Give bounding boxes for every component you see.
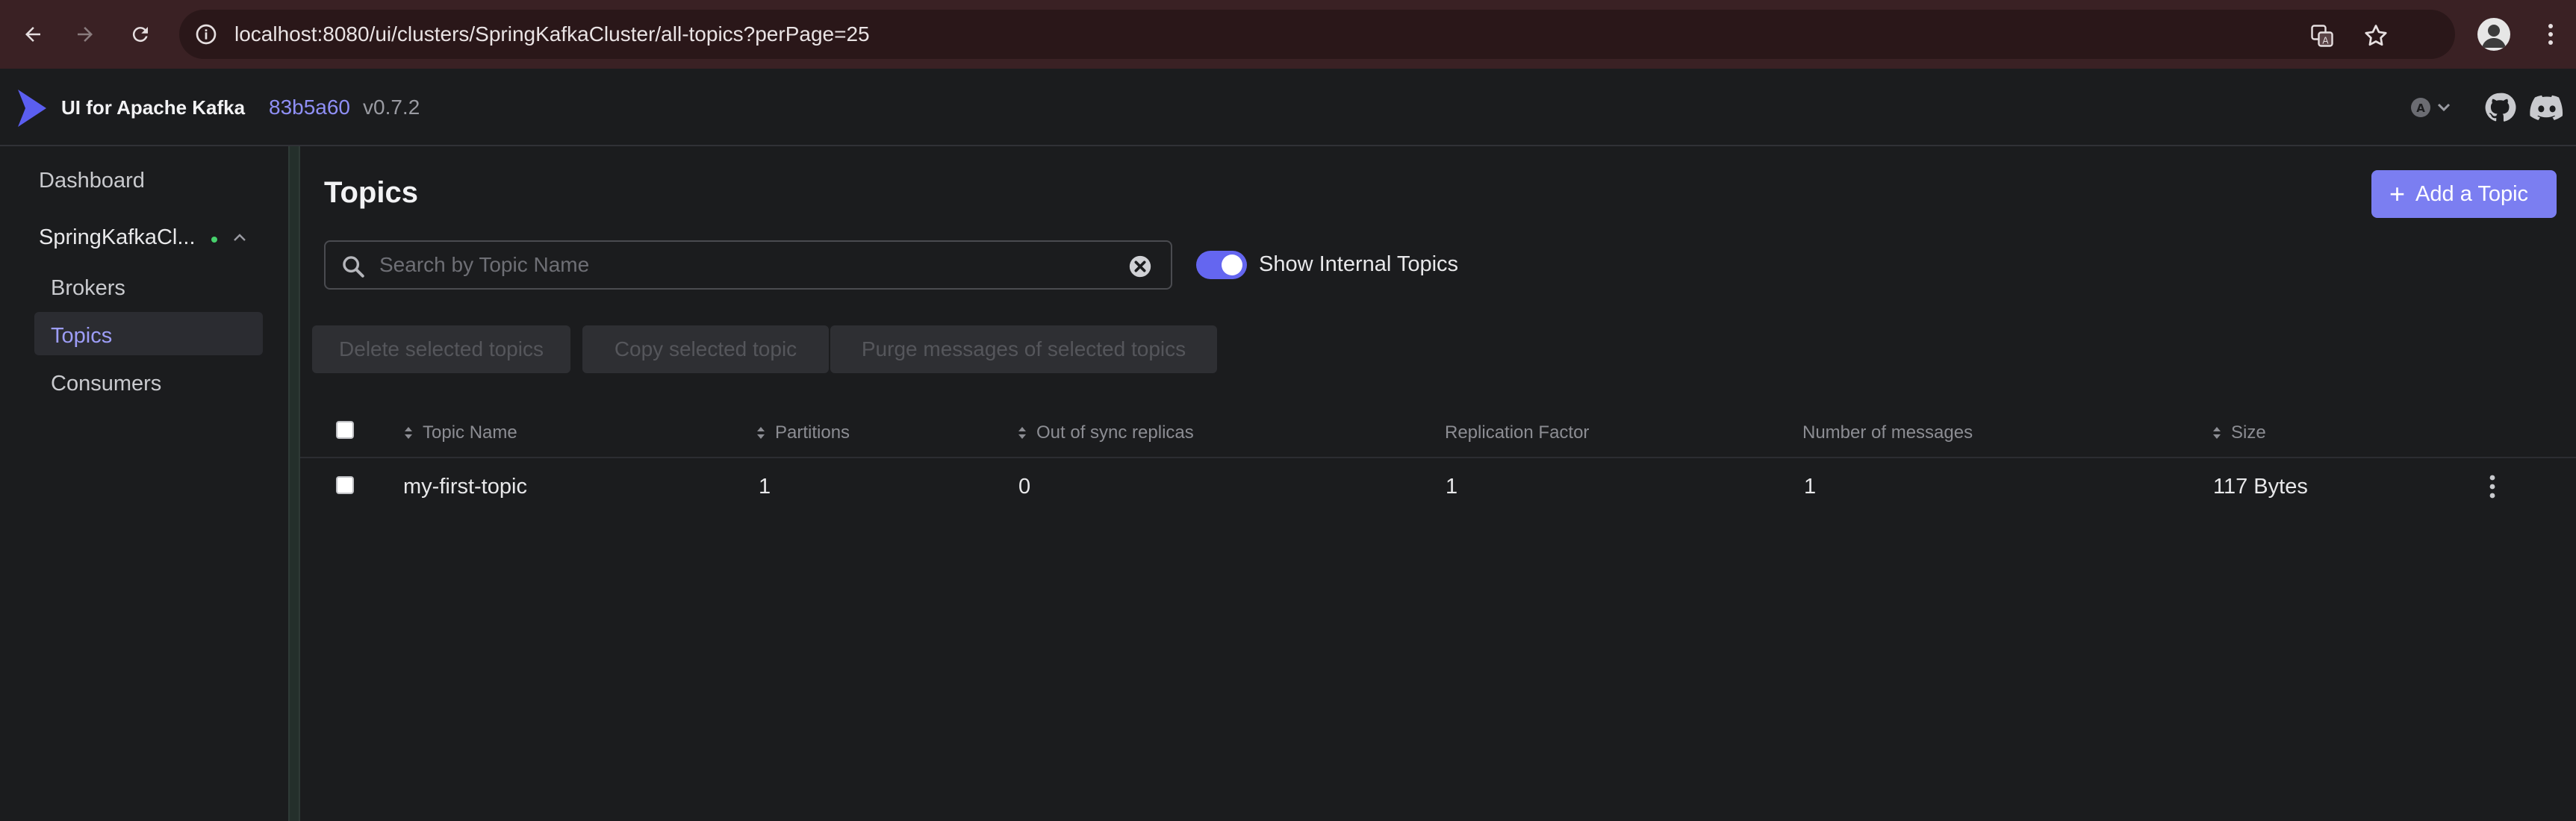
version-label: v0.7.2 bbox=[363, 96, 420, 119]
row-actions-kebab-icon[interactable] bbox=[2482, 472, 2503, 502]
topic-search-box[interactable] bbox=[324, 240, 1172, 290]
reload-icon bbox=[132, 27, 148, 43]
delete-selected-topics-button[interactable]: Delete selected topics bbox=[312, 325, 570, 373]
translate-icon[interactable]: A bbox=[2309, 22, 2336, 49]
column-label: Partitions bbox=[775, 422, 850, 443]
app-header: UI for Apache Kafka 83b5a60 v0.7.2 A bbox=[0, 69, 2576, 146]
sidebar: Dashboard SpringKafkaCl... Brokers Topic… bbox=[0, 146, 288, 821]
column-label: Number of messages bbox=[1802, 422, 1973, 443]
discord-icon[interactable] bbox=[2530, 93, 2564, 122]
github-icon[interactable] bbox=[2483, 91, 2516, 124]
column-header-out-of-sync[interactable]: Out of sync replicas bbox=[1017, 422, 1194, 443]
sidebar-cluster-name[interactable]: SpringKafkaCl... bbox=[39, 225, 196, 250]
svg-text:A: A bbox=[2416, 102, 2425, 115]
cell-out-of-sync: 0 bbox=[1018, 475, 1031, 499]
svg-text:A: A bbox=[2322, 36, 2329, 46]
brand-name[interactable]: UI for Apache Kafka bbox=[61, 69, 245, 146]
purge-messages-button[interactable]: Purge messages of selected topics bbox=[830, 325, 1217, 373]
language-select-icon[interactable]: A bbox=[2406, 91, 2457, 124]
sidebar-item-consumers[interactable]: Consumers bbox=[51, 372, 161, 396]
column-label: Size bbox=[2231, 422, 2266, 443]
clear-search-icon[interactable] bbox=[1127, 254, 1153, 279]
cell-replication-factor: 1 bbox=[1446, 475, 1458, 499]
avatar-icon bbox=[2482, 25, 2506, 48]
bookmark-star-icon[interactable] bbox=[2362, 22, 2389, 49]
browser-toolbar: localhost:8080/ui/clusters/SpringKafkaCl… bbox=[0, 0, 2576, 69]
cell-messages: 1 bbox=[1804, 475, 1817, 499]
column-header-partitions[interactable]: Partitions bbox=[756, 422, 850, 443]
cluster-online-indicator bbox=[211, 237, 217, 243]
sort-icon bbox=[2213, 427, 2221, 439]
topic-name-link[interactable]: my-first-topic bbox=[403, 475, 527, 499]
column-header-messages: Number of messages bbox=[1802, 422, 1973, 443]
row-checkbox[interactable] bbox=[336, 476, 354, 494]
column-label: Out of sync replicas bbox=[1036, 422, 1194, 443]
address-bar[interactable]: localhost:8080/ui/clusters/SpringKafkaCl… bbox=[179, 10, 2455, 59]
arrow-left-icon bbox=[25, 27, 40, 42]
reload-button[interactable] bbox=[124, 18, 157, 51]
column-header-replication-factor: Replication Factor bbox=[1445, 422, 1589, 443]
column-label: Replication Factor bbox=[1445, 422, 1590, 443]
search-input[interactable] bbox=[379, 248, 1096, 282]
copy-selected-topic-button[interactable]: Copy selected topic bbox=[582, 325, 829, 373]
sidebar-item-brokers[interactable]: Brokers bbox=[51, 276, 125, 301]
page-title: Topics bbox=[324, 176, 418, 209]
add-topic-label: Add a Topic bbox=[2415, 181, 2529, 206]
show-internal-topics-toggle[interactable] bbox=[1196, 251, 1247, 279]
forward-button[interactable] bbox=[69, 18, 102, 51]
sidebar-item-dashboard[interactable]: Dashboard bbox=[39, 169, 145, 193]
sidebar-divider[interactable] bbox=[288, 146, 300, 821]
select-all-checkbox[interactable] bbox=[336, 421, 354, 439]
table-header-divider bbox=[300, 457, 2576, 458]
toggle-knob bbox=[1222, 255, 1242, 275]
sidebar-item-topics[interactable]: Topics bbox=[51, 324, 112, 349]
search-icon bbox=[343, 256, 364, 278]
chevron-up-icon[interactable] bbox=[231, 230, 248, 246]
commit-link[interactable]: 83b5a60 bbox=[269, 69, 350, 146]
browser-menu-icon[interactable] bbox=[2536, 18, 2566, 51]
show-internal-topics-label: Show Internal Topics bbox=[1259, 252, 1459, 276]
sort-icon bbox=[405, 427, 412, 439]
sort-icon bbox=[1018, 427, 1026, 439]
add-topic-button[interactable]: + Add a Topic bbox=[2371, 170, 2557, 218]
back-button[interactable] bbox=[16, 18, 49, 51]
kafka-logo-icon[interactable] bbox=[15, 87, 49, 130]
cell-size: 117 Bytes bbox=[2213, 475, 2308, 499]
sort-icon bbox=[757, 427, 765, 439]
column-label: Topic Name bbox=[423, 422, 517, 443]
cell-partitions: 1 bbox=[759, 475, 771, 499]
profile-avatar[interactable] bbox=[2477, 18, 2510, 51]
arrow-right-icon bbox=[78, 27, 93, 42]
column-header-topic-name[interactable]: Topic Name bbox=[403, 422, 517, 443]
plus-icon: + bbox=[2389, 178, 2406, 209]
column-header-size[interactable]: Size bbox=[2212, 422, 2266, 443]
url-text: localhost:8080/ui/clusters/SpringKafkaCl… bbox=[234, 22, 870, 46]
site-info-icon[interactable] bbox=[194, 22, 218, 46]
